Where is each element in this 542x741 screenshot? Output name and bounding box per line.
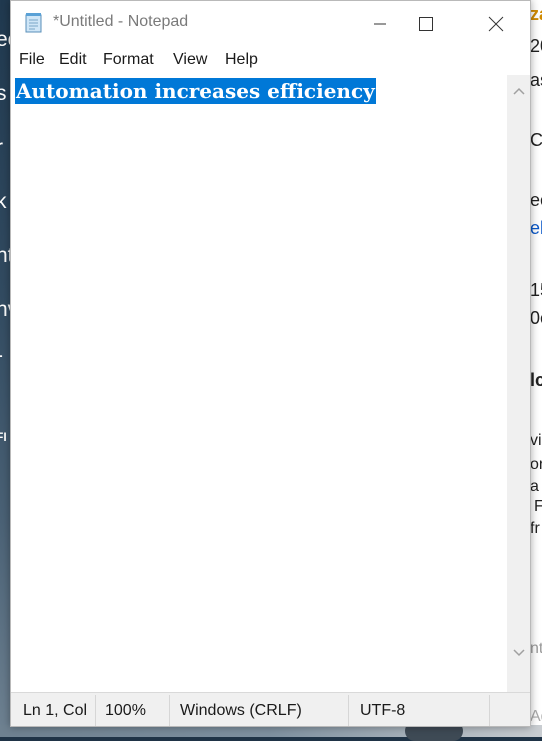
menu-bar: File Edit Format View Help [11, 47, 530, 75]
bg-text-fragment: 15 [530, 280, 542, 300]
window-title: *Untitled - Notepad [53, 13, 189, 30]
bg-text-fragment: vi [530, 432, 542, 449]
scroll-up-button[interactable] [507, 79, 530, 103]
bg-text-fragment: C [530, 130, 542, 150]
bg-text-fragment: - [0, 344, 3, 368]
bg-text-fragment: r [0, 136, 3, 160]
bg-text-fragment: Add [530, 708, 542, 725]
chevron-down-icon [512, 649, 525, 657]
notepad-icon [23, 12, 45, 34]
scroll-down-button[interactable] [507, 641, 530, 665]
line-ending: Windows (CRLF) [180, 702, 302, 719]
menu-help[interactable]: Help [225, 51, 258, 69]
bg-text-fragment: FI [0, 430, 7, 444]
bg-text-fragment: 20 [530, 36, 542, 56]
bg-text-fragment: k [0, 190, 7, 213]
encoding: UTF-8 [360, 702, 406, 719]
minimize-button[interactable] [357, 1, 403, 46]
background-right-window: za 20 as C ee eb 15 0e lc vi or a F fr n… [530, 0, 542, 737]
cursor-position: Ln 1, Col [23, 702, 88, 719]
close-icon [488, 16, 504, 31]
bg-text-fragment: 0e [530, 308, 542, 328]
vertical-scrollbar[interactable] [507, 75, 530, 692]
bg-text-fragment: F [534, 498, 542, 515]
minimize-icon [374, 23, 386, 24]
status-divider [169, 695, 170, 726]
bg-text-fragment: fr [530, 520, 540, 537]
selected-text[interactable]: Automation increases efficiency [15, 78, 376, 104]
bg-text-fragment: lc [530, 370, 542, 390]
zoom-level: 100% [105, 702, 146, 719]
chevron-up-icon [512, 87, 525, 95]
title-bar[interactable]: *Untitled - Notepad [11, 1, 530, 46]
bg-text-fragment: eb [530, 218, 542, 238]
bg-text-fragment: s [0, 82, 7, 105]
status-divider [348, 695, 349, 726]
status-divider [95, 695, 96, 726]
bg-text-fragment: za [530, 4, 542, 24]
menu-format[interactable]: Format [103, 51, 154, 69]
maximize-icon [419, 16, 433, 31]
bg-text-fragment: as [530, 70, 542, 90]
status-bar: Ln 1, Col 100% Windows (CRLF) UTF-8 [11, 692, 530, 726]
close-button[interactable] [473, 1, 519, 46]
status-divider [489, 695, 490, 726]
bg-text-fragment: ee [530, 190, 542, 210]
bg-text-fragment: nt [530, 640, 542, 657]
notepad-window[interactable]: *Untitled - Notepad File Edit Format Vie… [10, 0, 531, 727]
menu-view[interactable]: View [173, 51, 207, 69]
bg-text-fragment: or [530, 456, 542, 473]
menu-edit[interactable]: Edit [59, 51, 87, 69]
text-editor[interactable]: Automation increases efficiency [11, 75, 507, 692]
bg-text-fragment: a [530, 478, 539, 495]
menu-file[interactable]: File [19, 51, 45, 69]
maximize-button[interactable] [403, 1, 449, 46]
